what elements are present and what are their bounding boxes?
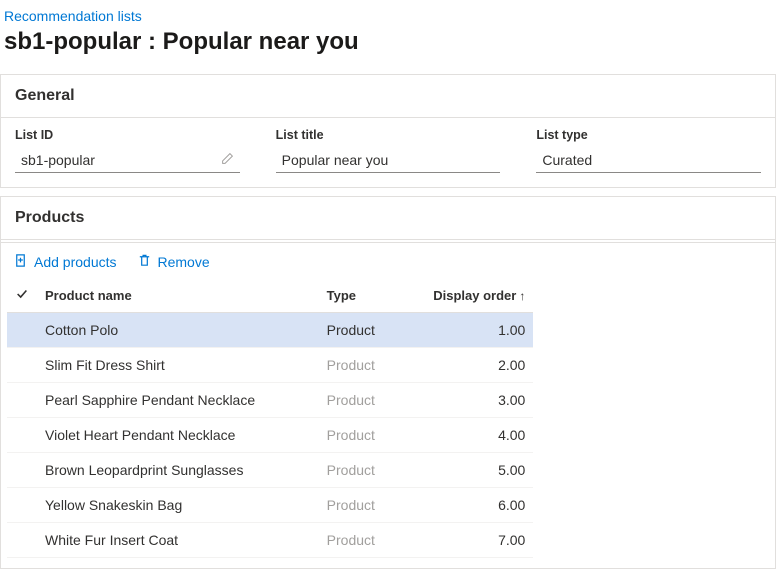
cell-type: Product — [319, 418, 399, 453]
row-selector[interactable] — [7, 348, 37, 383]
add-icon — [13, 253, 28, 271]
cell-display-order: 7.00 — [399, 523, 534, 558]
cell-display-order: 6.00 — [399, 488, 534, 523]
cell-display-order: 4.00 — [399, 418, 534, 453]
row-selector[interactable] — [7, 453, 37, 488]
list-type-value: Curated — [542, 152, 759, 168]
pencil-icon[interactable] — [217, 152, 238, 168]
cell-product-name: White Fur Insert Coat — [37, 523, 319, 558]
cell-type: Product — [319, 383, 399, 418]
col-type[interactable]: Type — [319, 279, 399, 313]
cell-product-name: Yellow Snakeskin Bag — [37, 488, 319, 523]
remove-button[interactable]: Remove — [137, 253, 210, 271]
general-section: General List ID sb1-popular List title P… — [0, 74, 776, 188]
cell-product-name: Violet Heart Pendant Necklace — [37, 418, 319, 453]
sort-asc-icon: ↑ — [519, 289, 525, 303]
table-header-row: Product name Type Display order↑ — [7, 279, 533, 313]
products-section: Products Add products Remove — [0, 196, 776, 569]
cell-type: Product — [319, 313, 399, 348]
field-list-title-label: List title — [276, 128, 501, 142]
list-id-value: sb1-popular — [21, 152, 217, 168]
cell-display-order: 2.00 — [399, 348, 534, 383]
cell-type: Product — [319, 348, 399, 383]
cell-type: Product — [319, 488, 399, 523]
add-products-button[interactable]: Add products — [13, 253, 117, 271]
trash-icon — [137, 253, 152, 271]
products-header: Products — [1, 197, 775, 240]
products-table: Product name Type Display order↑ Cotton … — [7, 279, 533, 558]
general-header: General — [1, 75, 775, 118]
table-row[interactable]: White Fur Insert CoatProduct7.00 — [7, 523, 533, 558]
field-list-title: List title Popular near you — [276, 128, 501, 173]
row-selector[interactable] — [7, 488, 37, 523]
add-products-label: Add products — [34, 254, 117, 270]
field-list-type: List type Curated — [536, 128, 761, 173]
table-row[interactable]: Violet Heart Pendant NecklaceProduct4.00 — [7, 418, 533, 453]
col-product-name[interactable]: Product name — [37, 279, 319, 313]
list-id-input[interactable]: sb1-popular — [15, 148, 240, 173]
cell-type: Product — [319, 523, 399, 558]
cell-display-order: 3.00 — [399, 383, 534, 418]
cell-display-order: 5.00 — [399, 453, 534, 488]
row-selector[interactable] — [7, 418, 37, 453]
table-row[interactable]: Cotton PoloProduct1.00 — [7, 313, 533, 348]
list-title-value: Popular near you — [282, 152, 499, 168]
cell-product-name: Brown Leopardprint Sunglasses — [37, 453, 319, 488]
products-cmdbar: Add products Remove — [1, 243, 775, 279]
cell-product-name: Cotton Polo — [37, 313, 319, 348]
breadcrumb-link[interactable]: Recommendation lists — [4, 8, 142, 24]
cell-product-name: Pearl Sapphire Pendant Necklace — [37, 383, 319, 418]
cell-display-order: 1.00 — [399, 313, 534, 348]
cell-type: Product — [319, 453, 399, 488]
field-list-type-label: List type — [536, 128, 761, 142]
list-title-input[interactable]: Popular near you — [276, 148, 501, 173]
field-list-id: List ID sb1-popular — [15, 128, 240, 173]
remove-label: Remove — [158, 254, 210, 270]
row-selector[interactable] — [7, 383, 37, 418]
table-row[interactable]: Brown Leopardprint SunglassesProduct5.00 — [7, 453, 533, 488]
page-title: sb1-popular : Popular near you — [0, 24, 776, 74]
check-icon — [15, 289, 29, 304]
col-display-order-label: Display order — [433, 288, 516, 303]
field-list-id-label: List ID — [15, 128, 240, 142]
select-all-header[interactable] — [7, 279, 37, 313]
col-display-order[interactable]: Display order↑ — [399, 279, 534, 313]
cell-product-name: Slim Fit Dress Shirt — [37, 348, 319, 383]
list-type-input[interactable]: Curated — [536, 148, 761, 173]
breadcrumb: Recommendation lists — [0, 0, 776, 24]
table-row[interactable]: Pearl Sapphire Pendant NecklaceProduct3.… — [7, 383, 533, 418]
row-selector[interactable] — [7, 313, 37, 348]
table-row[interactable]: Yellow Snakeskin BagProduct6.00 — [7, 488, 533, 523]
table-row[interactable]: Slim Fit Dress ShirtProduct2.00 — [7, 348, 533, 383]
row-selector[interactable] — [7, 523, 37, 558]
